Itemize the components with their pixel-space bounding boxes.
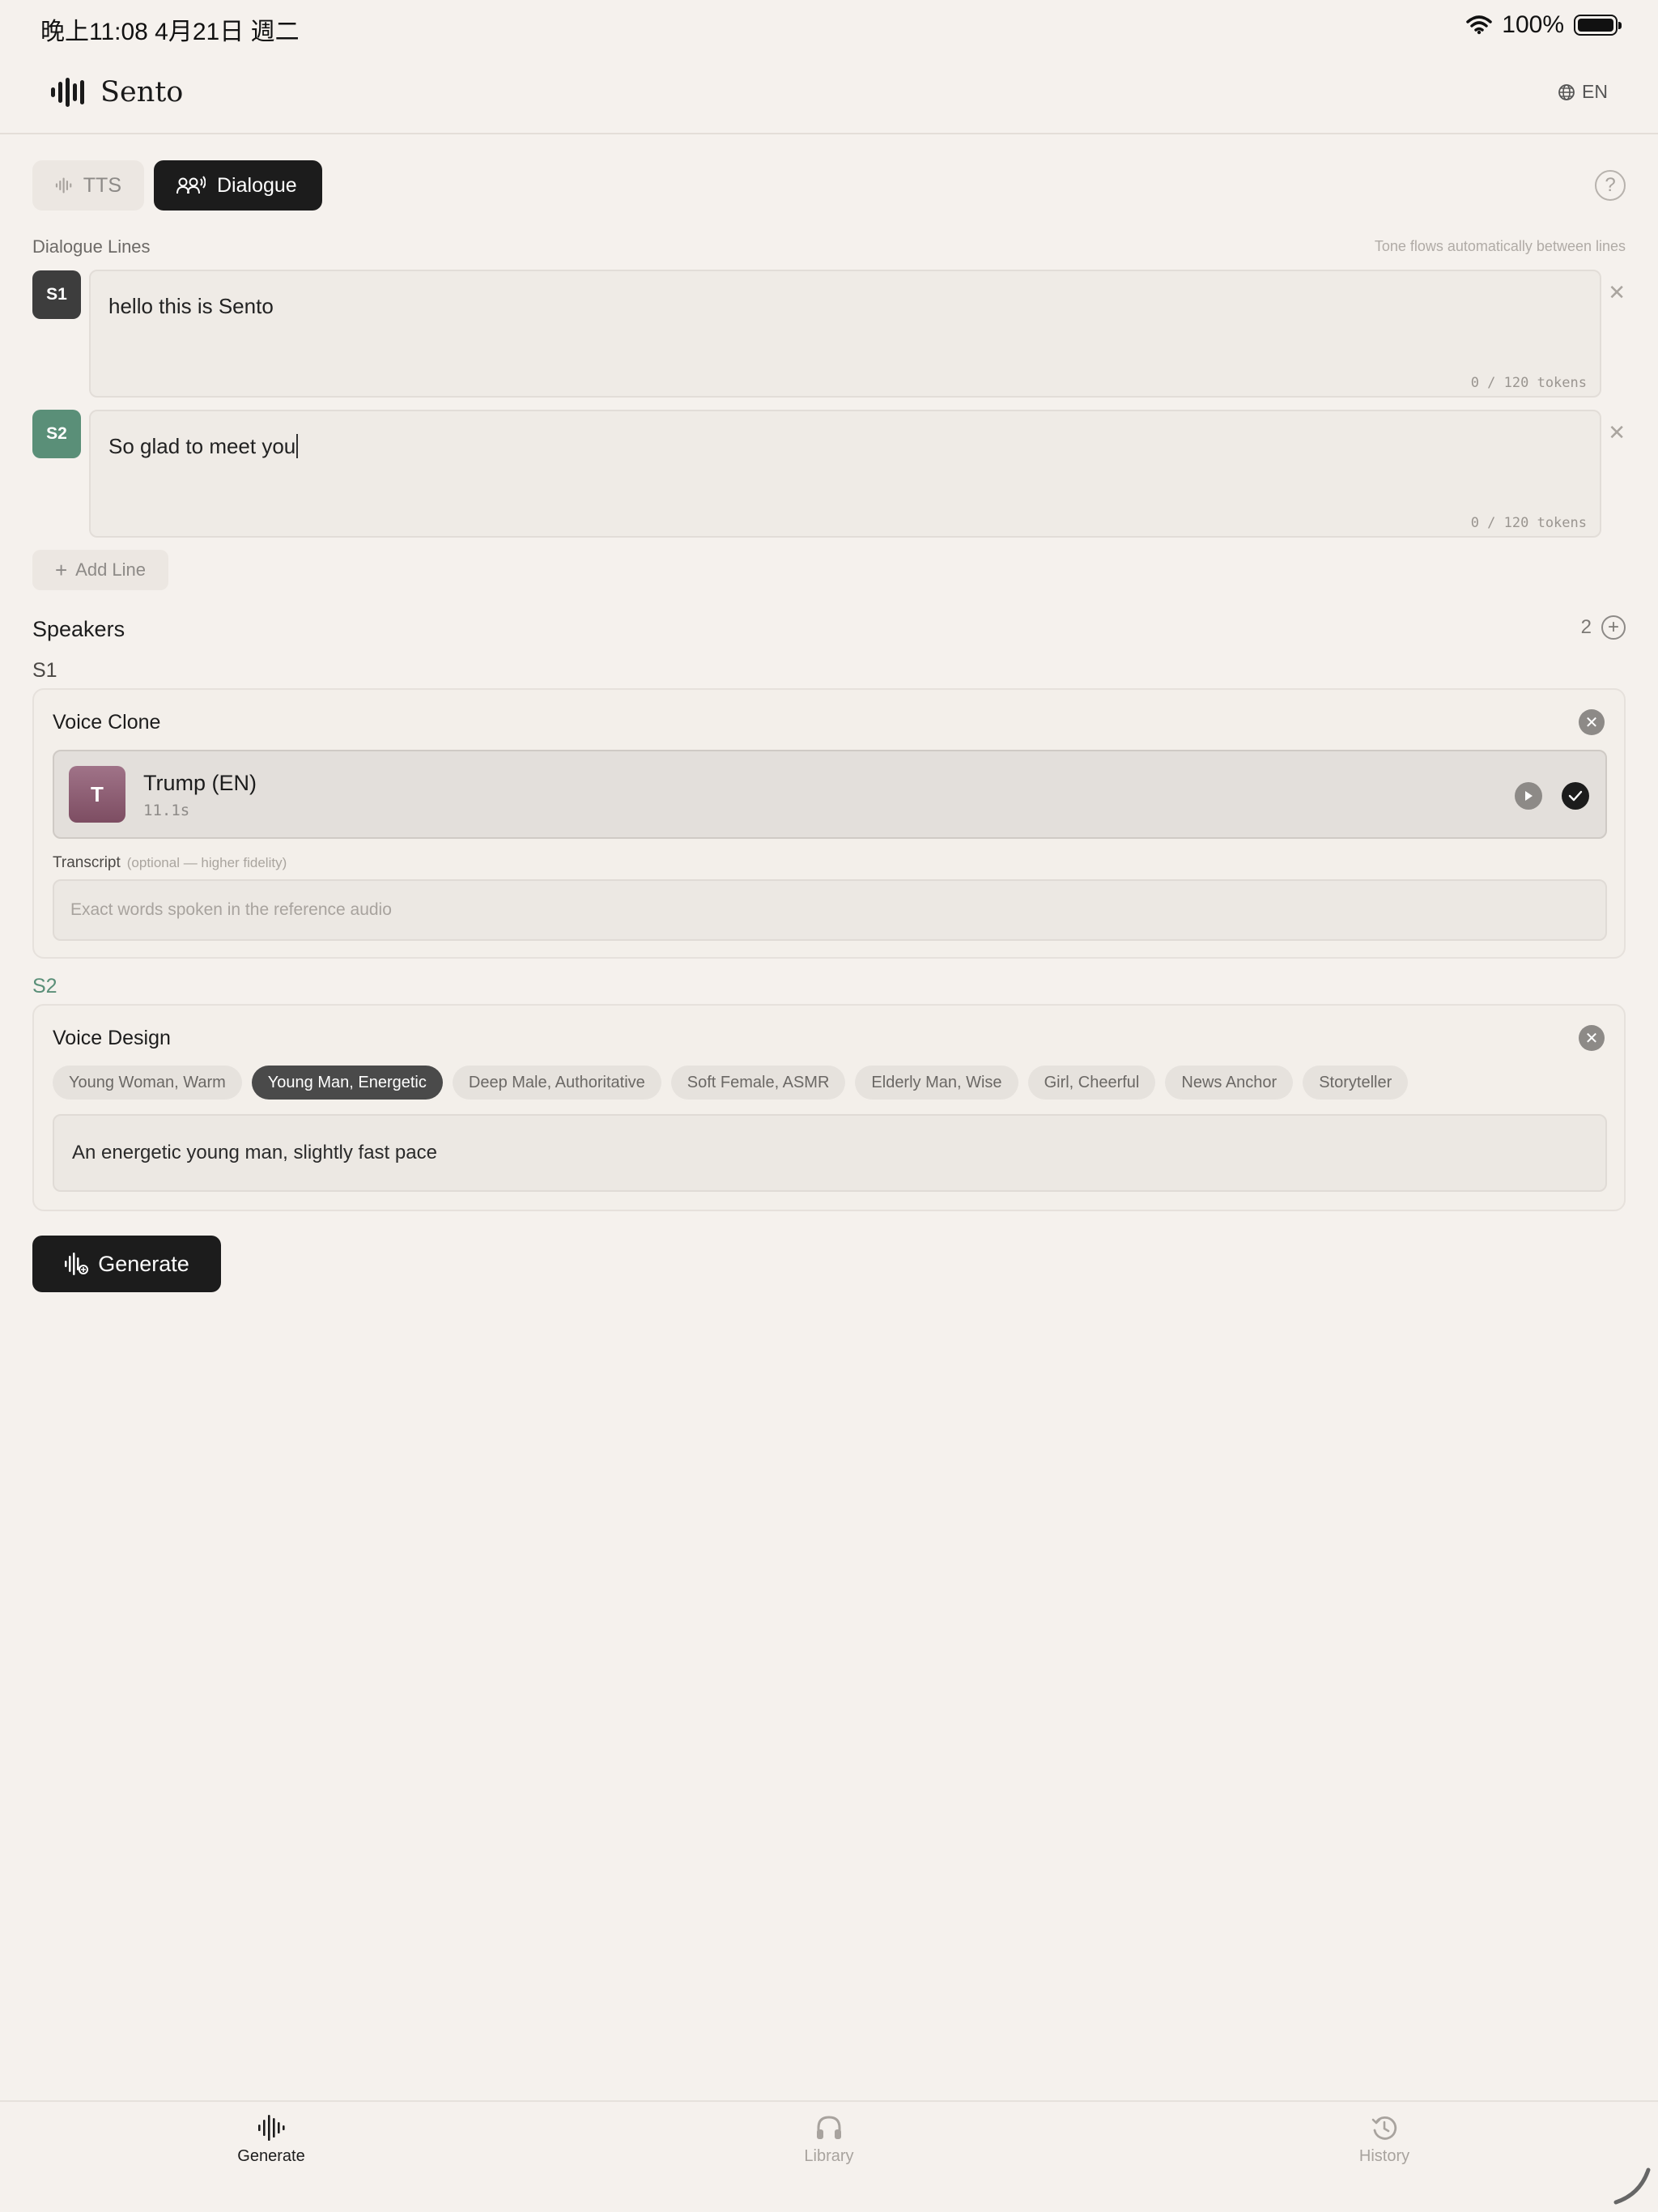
status-indicators: 100% bbox=[1466, 11, 1622, 39]
speaker-card-s1: Voice Clone ✕ T Trump (EN) 11.1s Transcr… bbox=[32, 688, 1626, 959]
tab-dialogue[interactable]: Dialogue bbox=[154, 160, 322, 211]
battery-icon bbox=[1574, 15, 1622, 36]
tab-tts-label: TTS bbox=[83, 173, 121, 197]
speaker-label-s1: S1 bbox=[32, 659, 57, 682]
remove-voice-design-icon[interactable]: ✕ bbox=[1579, 1025, 1605, 1051]
speakers-title: Speakers bbox=[32, 617, 125, 641]
play-icon[interactable] bbox=[1515, 782, 1542, 810]
line-speaker-badge-s2[interactable]: S2 bbox=[32, 410, 81, 458]
line-text-2-value: So glad to meet you bbox=[108, 434, 296, 458]
transcript-input[interactable]: Exact words spoken in the reference audi… bbox=[53, 879, 1607, 941]
check-icon[interactable] bbox=[1562, 782, 1589, 810]
mode-tabs: TTS Dialogue bbox=[32, 160, 322, 211]
waveform-icon bbox=[55, 177, 72, 194]
speaker-label-s2: S2 bbox=[32, 975, 57, 998]
dialogue-line-input-2[interactable]: So glad to meet you 0 / 120 tokens bbox=[89, 410, 1601, 538]
line-text-2: So glad to meet you bbox=[108, 434, 299, 459]
nav-library[interactable]: Library bbox=[740, 2115, 918, 2166]
dialogue-line-input-1[interactable]: hello this is Sento 0 / 120 tokens bbox=[89, 270, 1601, 398]
wifi-icon bbox=[1466, 15, 1493, 35]
preset-news-anchor[interactable]: News Anchor bbox=[1165, 1066, 1294, 1100]
nav-generate[interactable]: Generate bbox=[182, 2115, 360, 2166]
globe-icon bbox=[1558, 83, 1575, 100]
speaker-card-s2: Voice Design ✕ Young Woman, Warm Young M… bbox=[32, 1004, 1626, 1211]
tab-dialogue-label: Dialogue bbox=[217, 173, 297, 197]
language-label: EN bbox=[1582, 81, 1608, 102]
brand-name: Sento bbox=[100, 76, 184, 108]
help-icon[interactable]: ? bbox=[1595, 170, 1626, 201]
speakers-count-value: 2 bbox=[1580, 616, 1592, 638]
nav-history[interactable]: History bbox=[1295, 2115, 1473, 2166]
voice-description-input[interactable]: An energetic young man, slightly fast pa… bbox=[53, 1114, 1607, 1192]
battery-percent: 100% bbox=[1502, 11, 1564, 38]
transcript-label-text: Transcript bbox=[53, 854, 121, 871]
brand-logo[interactable]: Sento bbox=[50, 76, 183, 108]
voice-name: Trump (EN) bbox=[143, 771, 257, 795]
transcript-label: Transcript (optional — higher fidelity) bbox=[53, 854, 287, 872]
preset-soft-female-asmr[interactable]: Soft Female, ASMR bbox=[670, 1066, 846, 1100]
token-counter-2: 0 / 120 tokens bbox=[1470, 515, 1587, 531]
people-icon bbox=[176, 176, 206, 194]
language-button[interactable]: EN bbox=[1558, 81, 1608, 103]
history-icon bbox=[1371, 2116, 1397, 2140]
headphones-icon bbox=[817, 2116, 841, 2139]
voice-duration: 11.1s bbox=[143, 802, 190, 819]
nav-generate-label: Generate bbox=[237, 2147, 305, 2165]
bottom-tab-bar: Generate Library History bbox=[0, 2100, 1658, 2212]
preset-girl-cheerful[interactable]: Girl, Cheerful bbox=[1027, 1066, 1156, 1100]
preset-young-man-energetic[interactable]: Young Man, Energetic bbox=[251, 1066, 443, 1100]
line-text-1: hello this is Sento bbox=[108, 294, 274, 318]
scroll-corner-indicator bbox=[1613, 2167, 1651, 2205]
voice-description-text: An energetic young man, slightly fast pa… bbox=[72, 1142, 437, 1163]
generate-button[interactable]: Generate bbox=[32, 1236, 221, 1292]
voice-presets: Young Woman, Warm Young Man, Energetic D… bbox=[53, 1066, 1409, 1100]
add-line-button[interactable]: + Add Line bbox=[32, 550, 168, 590]
preset-elderly-man-wise[interactable]: Elderly Man, Wise bbox=[855, 1066, 1018, 1100]
app-header: Sento EN bbox=[0, 52, 1658, 134]
voice-clone-item[interactable]: T Trump (EN) 11.1s bbox=[53, 750, 1607, 839]
remove-line-1-icon[interactable]: ✕ bbox=[1608, 280, 1626, 305]
voice-avatar: T bbox=[69, 766, 125, 823]
speakers-count: 2 + bbox=[1581, 615, 1626, 640]
dialogue-lines-hint: Tone flows automatically between lines bbox=[1374, 238, 1626, 254]
waveform-logo-icon bbox=[51, 78, 84, 107]
preset-young-woman-warm[interactable]: Young Woman, Warm bbox=[53, 1066, 242, 1100]
voice-design-title: Voice Design bbox=[53, 1027, 171, 1049]
remove-line-2-icon[interactable]: ✕ bbox=[1608, 420, 1626, 445]
tab-tts[interactable]: TTS bbox=[32, 160, 144, 211]
transcript-placeholder: Exact words spoken in the reference audi… bbox=[70, 900, 392, 919]
generate-label: Generate bbox=[98, 1251, 189, 1276]
preset-deep-male-authoritative[interactable]: Deep Male, Authoritative bbox=[452, 1066, 661, 1100]
plus-icon: + bbox=[54, 557, 68, 582]
remove-voice-icon[interactable]: ✕ bbox=[1579, 709, 1605, 735]
transcript-hint: (optional — higher fidelity) bbox=[126, 855, 287, 870]
waveform-icon bbox=[258, 2115, 285, 2141]
line-speaker-badge-s1[interactable]: S1 bbox=[32, 270, 81, 319]
dialogue-lines-label: Dialogue Lines bbox=[32, 236, 151, 257]
preset-storyteller[interactable]: Storyteller bbox=[1303, 1066, 1409, 1100]
nav-history-label: History bbox=[1358, 2147, 1410, 2165]
voice-clone-title: Voice Clone bbox=[53, 711, 161, 734]
status-time: 晚上11:08 4月21日 週二 bbox=[40, 19, 300, 45]
nav-library-label: Library bbox=[804, 2147, 854, 2165]
token-counter-1: 0 / 120 tokens bbox=[1470, 375, 1587, 391]
add-speaker-icon[interactable]: + bbox=[1601, 615, 1626, 640]
generate-waveform-icon bbox=[65, 1253, 89, 1275]
status-bar: 晚上11:08 4月21日 週二 100% bbox=[0, 0, 1658, 52]
add-line-label: Add Line bbox=[75, 559, 147, 580]
text-caret bbox=[296, 434, 299, 458]
